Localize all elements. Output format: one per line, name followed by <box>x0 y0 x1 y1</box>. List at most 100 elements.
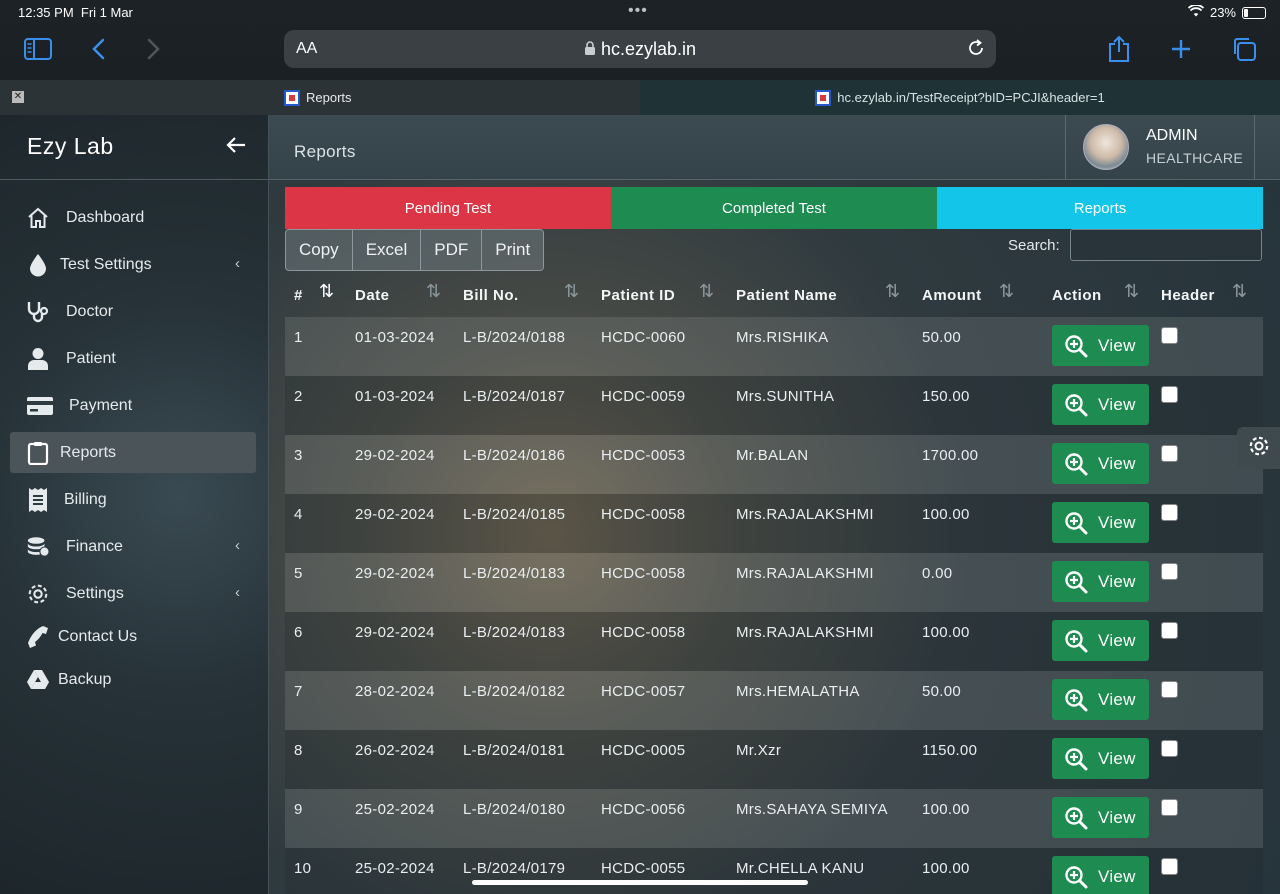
table-row: 2 01-03-2024 L-B/2024/0187 HCDC-0059 Mrs.SUN… <box>285 376 1263 435</box>
copy-button[interactable]: Copy <box>286 230 353 270</box>
table-cell-header <box>1161 848 1263 894</box>
cell-text: 100.00 <box>922 506 970 523</box>
share-icon[interactable] <box>1106 34 1132 64</box>
pdf-button[interactable]: PDF <box>421 230 483 270</box>
forward-icon[interactable] <box>144 34 164 64</box>
header-checkbox[interactable] <box>1161 799 1178 816</box>
table-cell-amount: 100.00 <box>922 494 1052 553</box>
header-checkbox[interactable] <box>1161 622 1178 639</box>
coins-icon <box>26 535 50 559</box>
column-header-header[interactable]: Header ⇅ <box>1161 275 1263 317</box>
tab-pending-test[interactable]: Pending Test <box>285 187 611 229</box>
cell-text: HCDC-0058 <box>601 565 686 582</box>
table-cell-name: Mrs.RISHIKA <box>736 317 922 376</box>
column-header-action[interactable]: Action ⇅ <box>1052 275 1161 317</box>
status-bar: 12:35 PM Fri 1 Mar ••• 23% <box>0 0 1280 26</box>
view-button[interactable]: View <box>1052 620 1149 661</box>
sidebar-item-dashboard[interactable]: Dashboard <box>10 197 256 238</box>
view-button[interactable]: View <box>1052 738 1149 779</box>
tab-overview-icon[interactable] <box>1230 34 1258 64</box>
back-icon[interactable] <box>88 34 108 64</box>
view-button[interactable]: View <box>1052 325 1149 366</box>
browser-tab-receipt[interactable]: hc.ezylab.in/TestReceipt?bID=PCJI&header… <box>640 80 1280 115</box>
header-checkbox[interactable] <box>1161 740 1178 757</box>
column-header-patient-id[interactable]: Patient ID ⇅ <box>601 275 736 317</box>
table-row: 1 01-03-2024 L-B/2024/0188 HCDC-0060 Mrs.RIS… <box>285 317 1263 376</box>
cell-text: 1 <box>294 329 303 346</box>
header-checkbox[interactable] <box>1161 681 1178 698</box>
sidebar-item-patient[interactable]: Patient <box>10 338 256 379</box>
sidebar-item-payment[interactable]: Payment <box>10 385 256 426</box>
browser-chrome: 12:35 PM Fri 1 Mar ••• 23% AA hc.ezylab.… <box>0 0 1280 115</box>
sidebar-toggle-icon[interactable] <box>22 34 54 64</box>
header-checkbox[interactable] <box>1161 504 1178 521</box>
header-checkbox[interactable] <box>1161 327 1178 344</box>
status-time: 12:35 PM Fri 1 Mar <box>18 5 133 20</box>
cell-text: 7 <box>294 683 303 700</box>
sidebar-item-settings[interactable]: Settings ‹ <box>10 573 256 614</box>
stethoscope-icon <box>26 300 50 324</box>
view-button[interactable]: View <box>1052 561 1149 602</box>
view-button[interactable]: View <box>1052 443 1149 484</box>
multitask-dots[interactable]: ••• <box>628 2 648 20</box>
reload-icon[interactable] <box>966 38 986 63</box>
table-cell-bill: L-B/2024/0187 <box>463 376 601 435</box>
sidebar-item-test-settings[interactable]: Test Settings ‹ <box>10 244 256 285</box>
view-button[interactable]: View <box>1052 679 1149 720</box>
sidebar-item-billing[interactable]: Billing <box>10 479 256 520</box>
sidebar-item-reports[interactable]: Reports <box>10 432 256 473</box>
print-button[interactable]: Print <box>482 230 544 270</box>
table-cell-header <box>1161 494 1263 553</box>
sort-icon: ⇅ <box>699 281 715 301</box>
table-cell-amount: 50.00 <box>922 671 1052 730</box>
cell-text: Mrs.RAJALAKSHMI <box>736 624 874 641</box>
view-button[interactable]: View <box>1052 384 1149 425</box>
view-button[interactable]: View <box>1052 797 1149 838</box>
tab-completed-test[interactable]: Completed Test <box>611 187 937 229</box>
column-header-date[interactable]: Date ⇅ <box>355 275 463 317</box>
header-checkbox[interactable] <box>1161 386 1178 403</box>
table-cell-no: 7 <box>285 671 355 730</box>
address-bar[interactable]: AA hc.ezylab.in <box>284 30 996 68</box>
header-checkbox[interactable] <box>1161 563 1178 580</box>
table-cell-pid: HCDC-0058 <box>601 494 736 553</box>
cell-text: 10 <box>294 860 312 877</box>
table-cell-pid: HCDC-0058 <box>601 553 736 612</box>
excel-button[interactable]: Excel <box>352 230 422 270</box>
home-indicator[interactable] <box>472 880 808 885</box>
search-input[interactable] <box>1070 229 1262 261</box>
new-tab-icon[interactable] <box>1168 34 1194 64</box>
column-header-number[interactable]: # ⇅ <box>285 275 355 317</box>
sidebar-item-backup[interactable]: Backup <box>10 659 256 700</box>
url-text[interactable]: hc.ezylab.in <box>284 39 996 60</box>
browser-tab-reports[interactable]: ✕ Reports <box>0 80 640 115</box>
sidebar-item-contact-us[interactable]: Contact Us <box>10 616 256 657</box>
sidebar-item-doctor[interactable]: Doctor <box>10 291 256 332</box>
cell-text: 29-02-2024 <box>355 565 435 582</box>
column-header-bill-no[interactable]: Bill No. ⇅ <box>463 275 601 317</box>
table-cell-amount: 100.00 <box>922 789 1052 848</box>
zoom-in-icon <box>1064 865 1088 889</box>
table-cell-action: View <box>1052 789 1161 848</box>
user-menu[interactable]: ADMIN HEALTHCARE <box>1065 115 1255 179</box>
tab-reports[interactable]: Reports <box>937 187 1263 229</box>
table-cell-date: 29-02-2024 <box>355 553 463 612</box>
avatar <box>1083 124 1129 170</box>
cell-text: 5 <box>294 565 303 582</box>
column-header-patient-name[interactable]: Patient Name ⇅ <box>736 275 922 317</box>
header-checkbox[interactable] <box>1161 858 1178 875</box>
header-checkbox[interactable] <box>1161 445 1178 462</box>
close-tab-icon[interactable]: ✕ <box>12 91 24 103</box>
settings-float-button[interactable] <box>1237 427 1280 469</box>
home-icon <box>26 206 50 230</box>
cell-text: 01-03-2024 <box>355 329 435 346</box>
sidebar-item-finance[interactable]: Finance ‹ <box>10 526 256 567</box>
table-cell-amount: 150.00 <box>922 376 1052 435</box>
view-button[interactable]: View <box>1052 502 1149 543</box>
view-button[interactable]: View <box>1052 856 1149 894</box>
collapse-sidebar-icon[interactable] <box>226 133 246 161</box>
column-header-amount[interactable]: Amount ⇅ <box>922 275 1052 317</box>
sidebar-nav: Dashboard Test Settings ‹ Doctor Patient <box>10 197 256 706</box>
cell-text: HCDC-0005 <box>601 742 686 759</box>
cell-text: 100.00 <box>922 801 970 818</box>
